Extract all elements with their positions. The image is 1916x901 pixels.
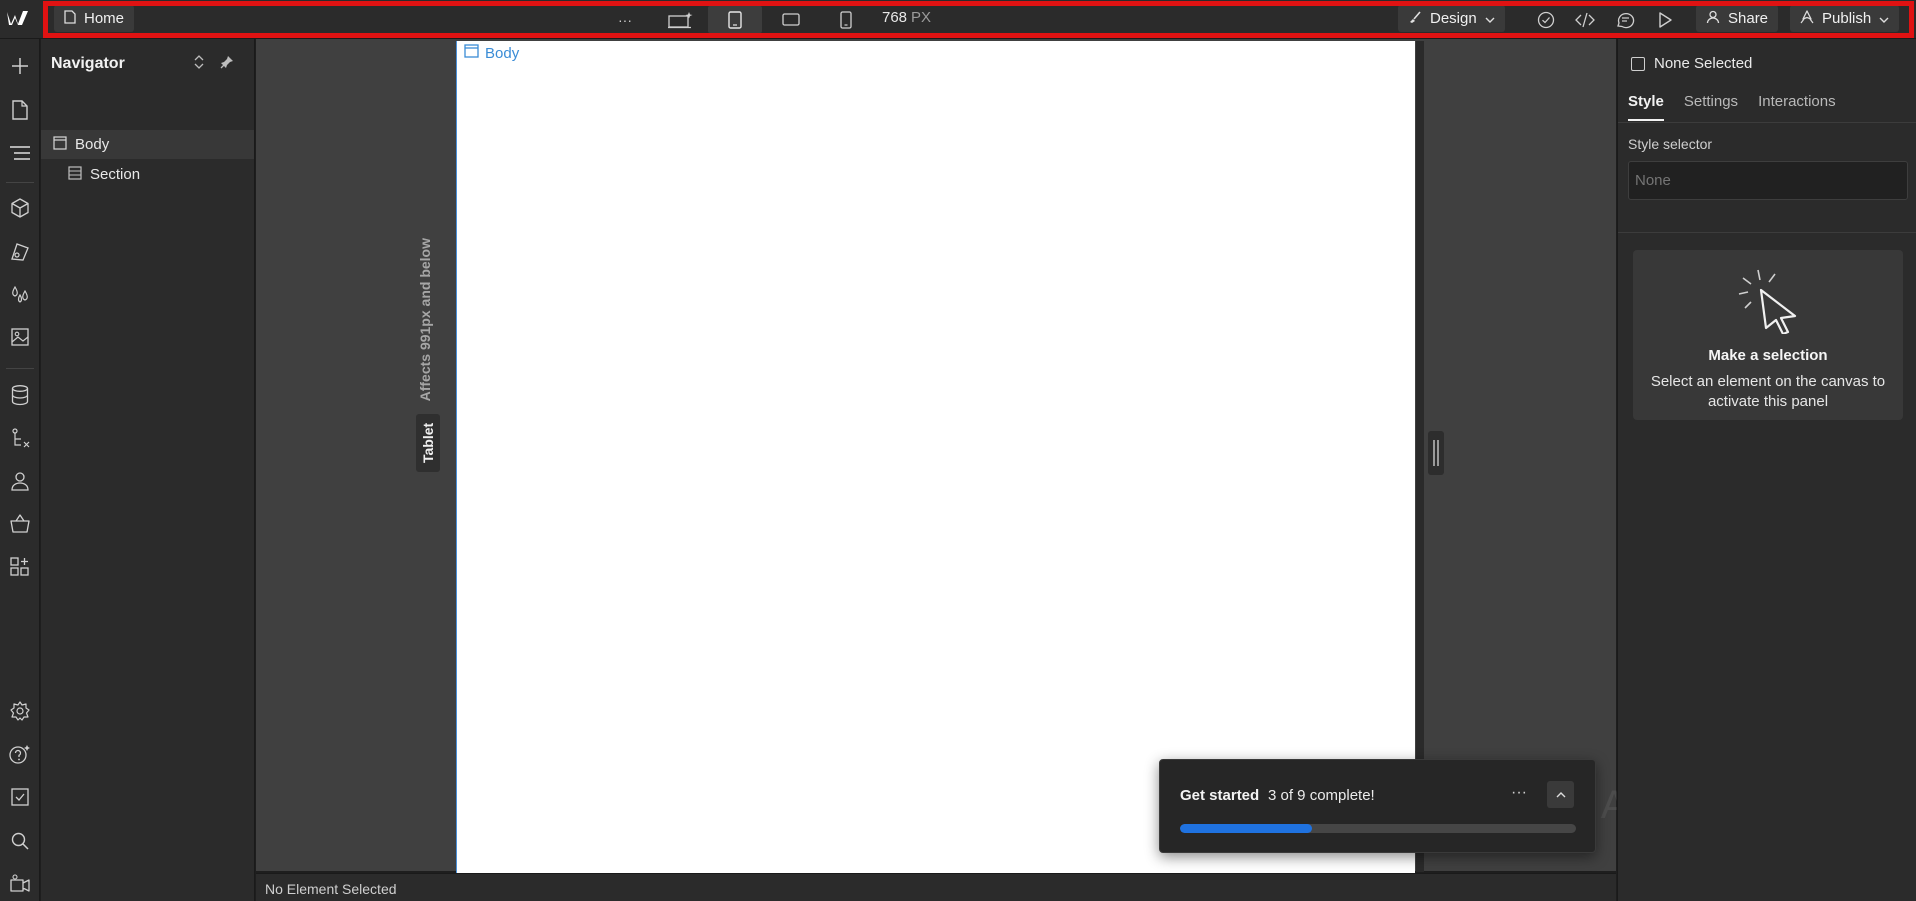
mode-label: Design bbox=[1430, 10, 1477, 27]
canvas-resize-handle[interactable] bbox=[1428, 431, 1444, 475]
get-started-progress-track bbox=[1180, 824, 1576, 833]
chevron-up-icon bbox=[1556, 791, 1565, 797]
cursor-click-icon bbox=[1738, 269, 1797, 334]
canvas-width-readout[interactable]: 768 PX bbox=[882, 9, 931, 26]
variables-icon[interactable] bbox=[7, 281, 33, 307]
get-started-progress-fill bbox=[1180, 824, 1312, 833]
navigator-item-label: Section bbox=[90, 166, 141, 183]
navigator-panel: Navigator Body Section bbox=[41, 39, 255, 901]
code-icon bbox=[1575, 12, 1595, 27]
canvas-body-tag[interactable]: Body bbox=[464, 44, 519, 62]
empty-selection-text: Select an element on the canvas to activ… bbox=[1650, 373, 1886, 410]
share-label: Share bbox=[1728, 10, 1769, 27]
navigator-title: Navigator bbox=[51, 55, 125, 72]
tablet-breakpoint-button[interactable] bbox=[708, 6, 762, 33]
canvas-width-value: 768 bbox=[882, 9, 908, 26]
style-selector-label: Style selector bbox=[1628, 136, 1713, 152]
breakpoint-affects-note: Affects 991px and below bbox=[417, 238, 433, 402]
share-button[interactable]: Share bbox=[1696, 5, 1779, 32]
page-switcher-button[interactable]: Home bbox=[54, 5, 135, 32]
tablet-icon bbox=[728, 10, 742, 29]
empty-selection-title: Make a selection bbox=[1708, 347, 1828, 364]
desktop-base-breakpoint-button[interactable] bbox=[664, 6, 698, 33]
comments-button[interactable] bbox=[1613, 6, 1637, 33]
chevron-down-icon bbox=[1879, 10, 1889, 27]
tab-style[interactable]: Style bbox=[1628, 93, 1664, 121]
mobile-landscape-icon bbox=[782, 12, 800, 26]
more-dots-icon: ··· bbox=[618, 11, 632, 28]
body-tag-label: Body bbox=[485, 44, 520, 62]
users-icon[interactable] bbox=[7, 468, 33, 494]
expand-collapse-icon[interactable] bbox=[194, 55, 204, 72]
rocket-icon bbox=[1800, 9, 1814, 28]
help-icon[interactable] bbox=[7, 741, 33, 767]
publish-label: Publish bbox=[1822, 10, 1872, 27]
section-element-icon bbox=[68, 165, 82, 184]
canvas-edge bbox=[1416, 41, 1424, 872]
get-started-more-button[interactable]: ··· bbox=[1511, 784, 1527, 802]
publish-button[interactable]: Publish bbox=[1790, 5, 1900, 32]
get-started-progress-text: 3 of 9 complete! bbox=[1268, 787, 1375, 804]
assets-icon[interactable] bbox=[7, 324, 33, 350]
code-export-button[interactable] bbox=[1573, 6, 1597, 33]
mobile-landscape-breakpoint-button[interactable] bbox=[776, 6, 806, 33]
check-circle-icon bbox=[1537, 11, 1555, 28]
get-started-collapse-button[interactable] bbox=[1547, 781, 1574, 808]
style-selector-input[interactable] bbox=[1628, 161, 1908, 200]
canvas-width-unit: PX bbox=[911, 9, 932, 26]
tab-settings[interactable]: Settings bbox=[1684, 93, 1738, 121]
top-toolbar: Home ··· 768 PX Design Share Publish bbox=[0, 0, 1916, 39]
brush-icon bbox=[1408, 10, 1422, 28]
webflow-logo-icon[interactable] bbox=[6, 8, 32, 30]
pin-icon[interactable] bbox=[220, 55, 234, 72]
user-icon bbox=[1706, 10, 1720, 28]
mobile-portrait-breakpoint-button[interactable] bbox=[832, 6, 860, 33]
components-icon[interactable] bbox=[7, 195, 33, 221]
body-element-icon bbox=[53, 135, 67, 154]
logic-icon[interactable] bbox=[7, 425, 33, 451]
ecommerce-basket-icon[interactable] bbox=[7, 511, 33, 537]
audit-check-button[interactable] bbox=[1534, 6, 1558, 33]
preview-button[interactable] bbox=[1653, 6, 1677, 33]
get-started-title: Get started bbox=[1180, 787, 1260, 804]
selection-indicator: None Selected bbox=[1631, 55, 1752, 72]
tasks-checkbox-icon[interactable] bbox=[7, 784, 33, 810]
desktop-star-icon bbox=[668, 11, 693, 28]
breakpoint-name-badge: Tablet bbox=[416, 414, 440, 472]
breadcrumb-bar: No Element Selected bbox=[256, 873, 1616, 901]
more-breakpoints-button[interactable]: ··· bbox=[614, 6, 636, 33]
style-selectors-icon[interactable] bbox=[7, 238, 33, 264]
settings-gear-icon[interactable] bbox=[7, 698, 33, 724]
cms-icon[interactable] bbox=[7, 382, 33, 408]
video-tutorials-icon[interactable] bbox=[7, 871, 33, 897]
tab-interactions[interactable]: Interactions bbox=[1758, 93, 1836, 121]
body-element-icon bbox=[464, 44, 479, 62]
apps-icon[interactable] bbox=[7, 554, 33, 580]
empty-selection-card: Make a selection Select an element on th… bbox=[1633, 250, 1903, 420]
page-name-label: Home bbox=[84, 10, 125, 27]
pages-icon[interactable] bbox=[7, 97, 33, 123]
mobile-portrait-icon bbox=[840, 10, 852, 29]
comment-icon bbox=[1617, 12, 1635, 28]
navigator-item-section[interactable]: Section bbox=[41, 160, 254, 189]
navigator-item-body[interactable]: Body bbox=[41, 130, 254, 159]
chevron-down-icon bbox=[1485, 10, 1495, 27]
navigator-item-label: Body bbox=[75, 136, 110, 153]
page-icon bbox=[64, 9, 76, 28]
get-started-popup[interactable]: Get started 3 of 9 complete! ··· bbox=[1159, 759, 1596, 853]
mode-switcher-button[interactable]: Design bbox=[1398, 5, 1505, 32]
properties-panel: None Selected Style Settings Interaction… bbox=[1617, 39, 1916, 901]
canvas-page[interactable] bbox=[456, 41, 1415, 873]
navigator-icon[interactable] bbox=[7, 140, 33, 166]
left-tool-rail bbox=[0, 39, 40, 901]
search-icon[interactable] bbox=[7, 828, 33, 854]
selection-label: None Selected bbox=[1654, 55, 1753, 72]
panel-tabs: Style Settings Interactions bbox=[1628, 93, 1836, 121]
selection-status: No Element Selected bbox=[265, 881, 397, 897]
play-icon bbox=[1659, 11, 1672, 28]
add-elements-icon[interactable] bbox=[7, 53, 33, 79]
selection-box-icon bbox=[1631, 56, 1645, 71]
